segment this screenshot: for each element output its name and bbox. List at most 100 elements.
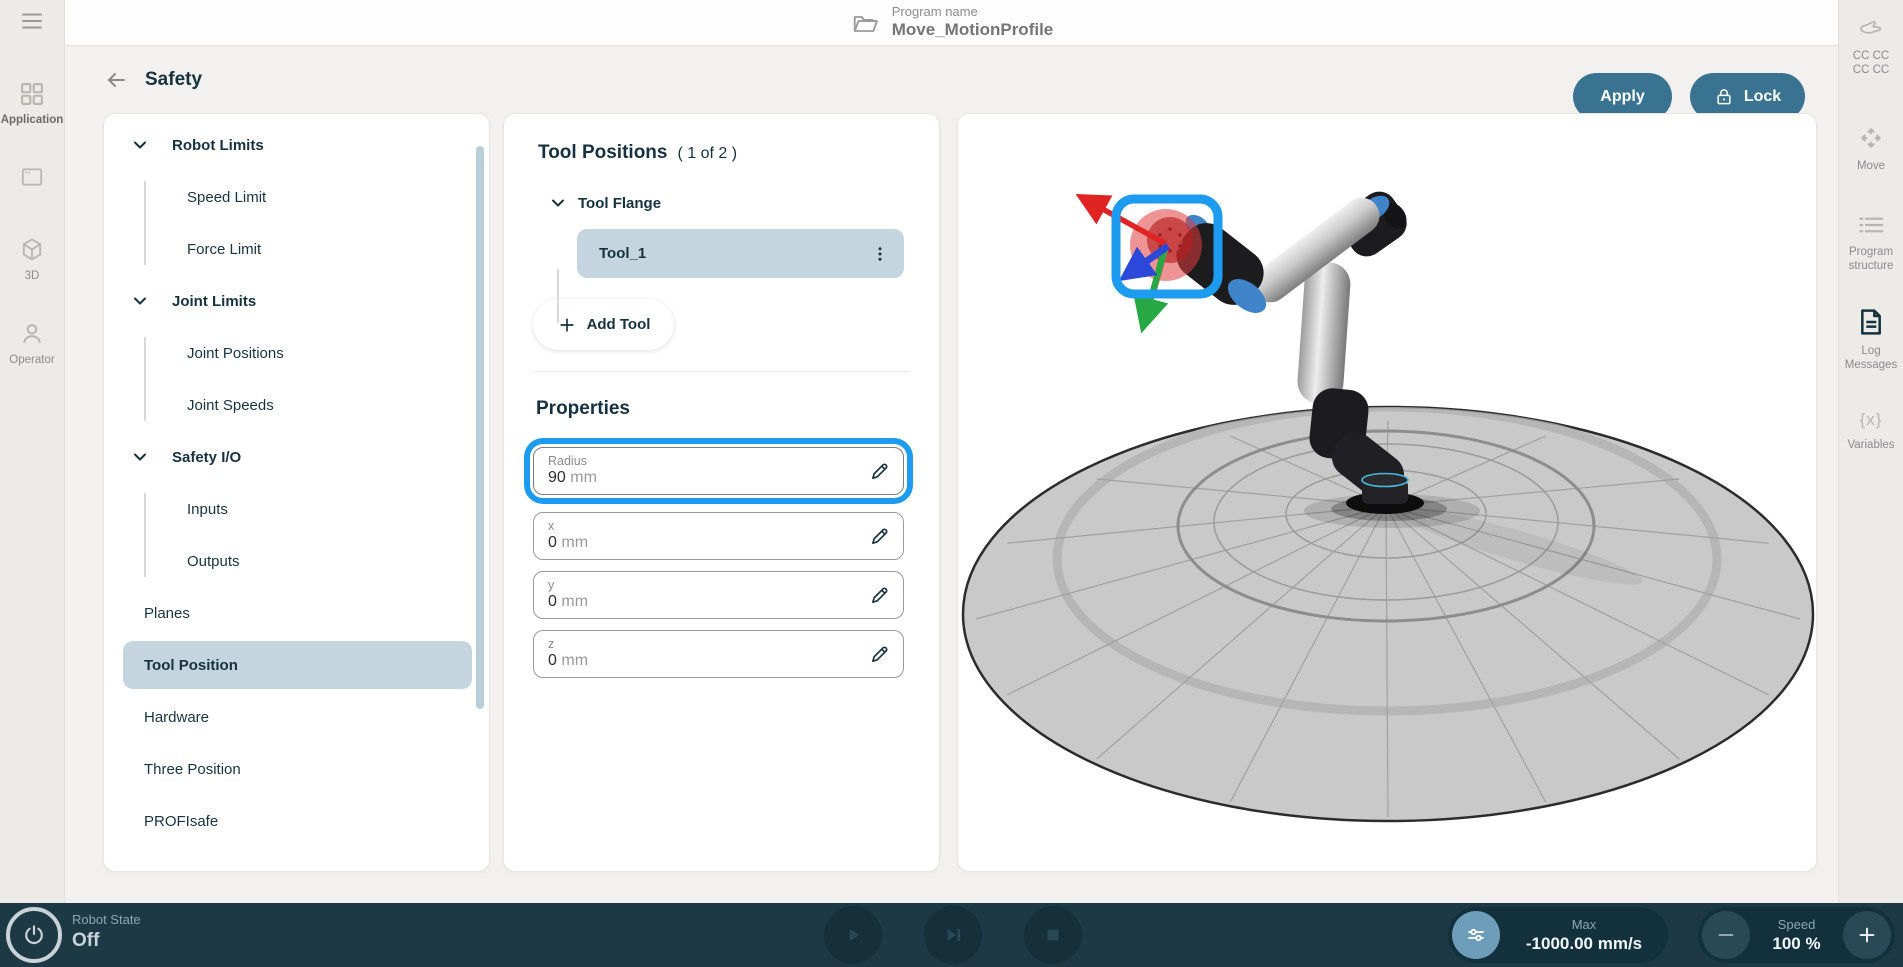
sidebar-item-variables[interactable]: {x} Variables [1839, 410, 1903, 452]
sidebar-item-label: Operator [0, 353, 64, 367]
tree-item-safety-io[interactable]: Safety I/O [104, 431, 489, 483]
robot-3d-scene [958, 114, 1817, 872]
tree-item-label: Force Limit [187, 241, 261, 258]
tree-item-outputs[interactable]: Outputs [104, 535, 489, 587]
operator-person-icon [18, 320, 46, 348]
tool-flange-label: Tool Flange [578, 195, 661, 212]
tree-item-label: Tool Position [144, 657, 238, 674]
field-label: Radius [548, 454, 859, 468]
play-icon [840, 922, 866, 948]
tree-item-joint-speeds[interactable]: Joint Speeds [104, 379, 489, 431]
tree-scrollbar[interactable] [476, 146, 484, 709]
lock-icon [1714, 87, 1734, 107]
safety-tree-panel: Robot Limits Speed Limit Force Limit Joi… [103, 113, 490, 872]
sidebar-item-application[interactable]: Application [0, 80, 64, 127]
tree-item-label: Joint Speeds [187, 397, 274, 414]
tree-item-force-limit[interactable]: Force Limit [104, 223, 489, 275]
tree-connector [144, 493, 146, 577]
main-content: Safety Apply Lock Robot Limits Speed Lim… [65, 46, 1838, 903]
z-field[interactable]: z 0 mm [533, 630, 904, 678]
top-bar: Program name Move_MotionProfile [65, 0, 1838, 46]
robot-state-block: Robot State Off [72, 912, 141, 952]
tree-item-profisafe[interactable]: PROFIsafe [104, 795, 489, 847]
sidebar-item-move[interactable]: Move [1839, 122, 1903, 173]
field-unit: mm [561, 652, 588, 669]
field-unit: mm [570, 469, 597, 486]
chevron-down-icon [548, 193, 568, 213]
sidebar-item-log-messages[interactable]: Log Messages [1839, 305, 1903, 372]
tree-connector [557, 269, 559, 323]
back-arrow-icon[interactable] [103, 68, 129, 92]
tree-item-inputs[interactable]: Inputs [104, 483, 489, 535]
kebab-menu-icon [871, 243, 889, 265]
tree-item-joint-positions[interactable]: Joint Positions [104, 327, 489, 379]
field-value: 0 [548, 534, 557, 551]
add-tool-button[interactable]: Add Tool [533, 299, 674, 350]
minus-icon [1715, 924, 1737, 946]
tree-item-three-position[interactable]: Three Position [104, 743, 489, 795]
field-value: 0 [548, 652, 557, 669]
variables-icon: {x} [1839, 410, 1903, 430]
max-speed-block: Max -1000.00 mm/s [1500, 917, 1668, 954]
y-field[interactable]: y 0 mm [533, 571, 904, 619]
program-name-label: Program name [892, 4, 1054, 19]
speed-value: 100 % [1750, 934, 1843, 954]
freedrive-hand-icon [1854, 14, 1888, 44]
tool-flange-node[interactable]: Tool Flange [504, 186, 939, 220]
max-speed-pill: Max -1000.00 mm/s [1448, 907, 1668, 963]
power-button[interactable] [6, 907, 62, 963]
apply-button-label: Apply [1600, 88, 1644, 106]
sidebar-item-window[interactable] [0, 164, 64, 195]
tree-item-label: Speed Limit [187, 189, 266, 206]
edit-pencil-icon[interactable] [869, 460, 891, 482]
speed-increase-button[interactable] [1843, 911, 1891, 959]
sidebar-item-3d[interactable]: 3D [0, 236, 64, 283]
play-button[interactable] [824, 906, 882, 964]
tree-item-planes[interactable]: Planes [104, 587, 489, 639]
edit-pencil-icon[interactable] [869, 643, 891, 665]
main-menu-button[interactable] [0, 8, 64, 39]
robot-state-label: Robot State [72, 912, 141, 927]
tree-item-label: Safety I/O [172, 449, 241, 466]
tool-options-kebab-button[interactable] [866, 240, 894, 268]
edit-pencil-icon[interactable] [869, 525, 891, 547]
tool-name: Tool_1 [599, 245, 646, 262]
edit-pencil-icon[interactable] [869, 584, 891, 606]
program-structure-list-icon [1854, 210, 1888, 240]
tree-item-label: Hardware [144, 709, 209, 726]
stop-button[interactable] [1024, 906, 1082, 964]
tree-connector [144, 181, 146, 265]
tree-item-label: Joint Positions [187, 345, 284, 362]
sidebar-item-program-structure[interactable]: Program structure [1839, 210, 1903, 273]
tree-item-hardware[interactable]: Hardware [104, 691, 489, 743]
speed-settings-button[interactable] [1452, 911, 1500, 959]
field-unit: mm [561, 593, 588, 610]
tree-item-robot-limits[interactable]: Robot Limits [104, 119, 489, 171]
power-icon [21, 922, 47, 948]
sidebar-item-operator[interactable]: Operator [0, 320, 64, 367]
sidebar-item-freedrive[interactable]: CC CC CC CC [1839, 14, 1903, 77]
page-title: Safety [145, 69, 202, 91]
x-field[interactable]: x 0 mm [533, 512, 904, 560]
tree-item-label: Three Position [144, 761, 241, 778]
tree-item-label: Outputs [187, 553, 240, 570]
sidebar-item-label: Log [1839, 344, 1903, 358]
properties-title: Properties [536, 398, 939, 420]
tree-item-speed-limit[interactable]: Speed Limit [104, 171, 489, 223]
field-label: x [548, 519, 859, 533]
tree-item-tool-position[interactable]: Tool Position [123, 641, 472, 689]
step-forward-button[interactable] [924, 906, 982, 964]
speed-decrease-button[interactable] [1702, 911, 1750, 959]
program-name-block[interactable]: Program name Move_MotionProfile [850, 4, 1054, 40]
add-tool-label: Add Tool [587, 316, 651, 333]
tree-item-joint-limits[interactable]: Joint Limits [104, 275, 489, 327]
robot-3d-viewport[interactable] [957, 113, 1817, 872]
sidebar-item-label: Messages [1839, 358, 1903, 372]
sidebar-item-label: Variables [1839, 438, 1903, 452]
tool-list-item[interactable]: Tool_1 [577, 229, 904, 278]
tree-item-label: Planes [144, 605, 190, 622]
menu-icon [17, 8, 47, 34]
radius-field[interactable]: Radius 90 mm [533, 447, 904, 495]
cube-3d-icon [18, 236, 46, 264]
speed-block: Speed 100 % [1750, 917, 1843, 954]
